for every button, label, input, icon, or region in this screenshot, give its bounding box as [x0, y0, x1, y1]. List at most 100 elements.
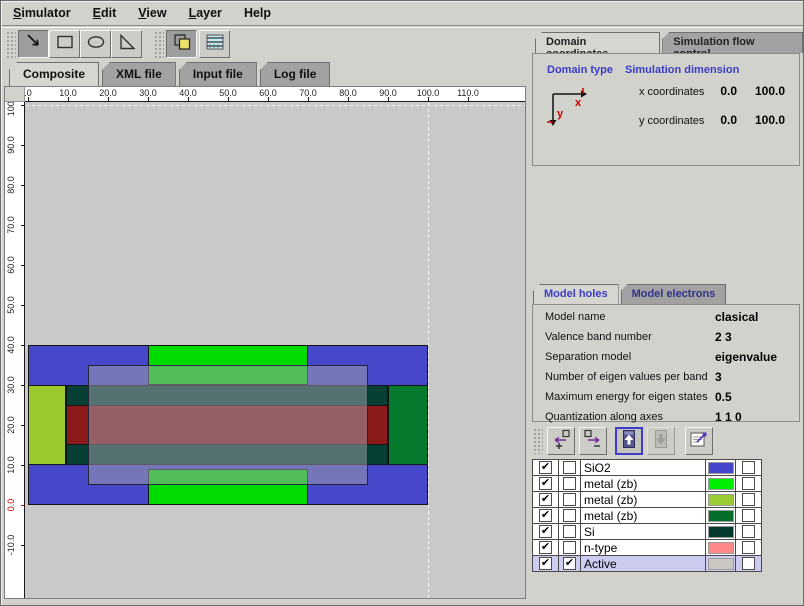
x-coordinates-values: 0.0 100.0	[709, 84, 785, 98]
layer-name: metal (zb)	[581, 508, 706, 524]
selection-checkbox[interactable]	[563, 477, 576, 490]
menu-help[interactable]: Help	[233, 2, 282, 25]
extra-checkbox[interactable]	[742, 509, 755, 522]
menu-layer[interactable]: Layer	[178, 2, 233, 25]
h-ruler-tick	[348, 97, 349, 101]
layer-color-swatch[interactable]	[708, 494, 734, 506]
visibility-checkbox[interactable]: ✔	[539, 461, 552, 474]
tab-domain-coordinates[interactable]: Domain coordinates	[535, 32, 660, 53]
layer-name: metal (zb)	[581, 476, 706, 492]
layer-name: metal (zb)	[581, 492, 706, 508]
layer-color-swatch[interactable]	[708, 478, 734, 490]
triangle-tool[interactable]	[111, 30, 142, 58]
layer-cell: ✔	[533, 556, 559, 572]
tab-composite[interactable]: Composite	[9, 62, 99, 86]
merge-layer-button[interactable]	[579, 427, 607, 455]
layer-color-swatch[interactable]	[708, 542, 734, 554]
toolbar-drag-handle[interactable]	[154, 31, 164, 58]
v-ruler-label: 30.0	[5, 365, 17, 405]
simulator-window: SimulatorEditViewLayerHelp CompositeXML …	[0, 0, 804, 606]
toolbar-drag-handle[interactable]	[6, 31, 16, 58]
extra-checkbox[interactable]	[742, 461, 755, 474]
visibility-checkbox[interactable]: ✔	[539, 557, 552, 570]
visibility-checkbox[interactable]: ✔	[539, 493, 552, 506]
layer-cell	[736, 540, 762, 556]
v-ruler-label: 10.0	[5, 445, 17, 485]
menu-simulator[interactable]: Simulator	[2, 2, 82, 25]
tab-xml-file[interactable]: XML file	[102, 62, 176, 86]
layer-color-swatch[interactable]	[708, 526, 734, 538]
move-layer-up-button[interactable]	[615, 427, 643, 455]
visibility-checkbox[interactable]: ✔	[539, 509, 552, 522]
visibility-checkbox[interactable]: ✔	[539, 525, 552, 538]
metal-right-region[interactable]	[388, 385, 428, 465]
h-ruler-tick	[148, 97, 149, 101]
layer-cell	[736, 556, 762, 572]
y-coordinates-values: 0.0 100.0	[709, 113, 785, 127]
layer-row-sio2[interactable]: ✔SiO2	[533, 460, 762, 476]
layer-row-si[interactable]: ✔ Si	[533, 524, 762, 540]
h-ruler-tick	[188, 97, 189, 101]
extra-checkbox[interactable]	[742, 525, 755, 538]
select-tool[interactable]	[18, 30, 49, 58]
toolbar-drag-handle[interactable]	[533, 428, 543, 454]
rectangle-tool[interactable]	[49, 30, 80, 58]
layer-cell	[706, 492, 736, 508]
metal-left-region[interactable]	[28, 385, 66, 465]
layer-cell: ✔	[533, 508, 559, 524]
v-ruler-tick	[21, 345, 25, 346]
split-layer-button[interactable]	[547, 427, 575, 455]
selection-checkbox[interactable]	[563, 541, 576, 554]
x-max-value: 100.0	[745, 84, 785, 98]
layer-row-metal-zb-[interactable]: ✔ metal (zb)	[533, 476, 762, 492]
model-row-label: Valence band number	[545, 331, 652, 343]
tab-model-holes[interactable]: Model holes	[533, 284, 619, 305]
extra-checkbox[interactable]	[742, 557, 755, 570]
active-region[interactable]	[88, 365, 368, 485]
model-holes-panel: Model nameclasicalValence band number2 3…	[532, 304, 800, 422]
layer-row-metal-zb-[interactable]: ✔ metal (zb)	[533, 508, 762, 524]
layer-cell	[559, 460, 581, 476]
overlapping-squares-icon	[171, 32, 193, 57]
h-ruler-tick	[108, 97, 109, 101]
layer-color-swatch[interactable]	[708, 558, 734, 570]
menu-edit[interactable]: Edit	[82, 2, 128, 25]
canvas-frame: .010.020.030.040.050.060.070.080.090.010…	[4, 86, 526, 599]
overlap-view-tool[interactable]	[166, 30, 197, 58]
tab-log-file[interactable]: Log file	[260, 62, 331, 86]
selection-checkbox[interactable]	[563, 509, 576, 522]
grid-view-tool[interactable]	[199, 30, 230, 58]
model-row-value: 2 3	[715, 330, 732, 344]
move-layer-down-button	[647, 427, 675, 455]
layer-cell	[706, 476, 736, 492]
y-min-value: 0.0	[709, 113, 737, 127]
domain-type-label: Domain type	[547, 64, 613, 76]
layer-properties-button[interactable]	[685, 427, 713, 455]
layer-color-swatch[interactable]	[708, 462, 734, 474]
ellipse-tool[interactable]	[80, 30, 111, 58]
extra-checkbox[interactable]	[742, 541, 755, 554]
drawing-area[interactable]	[26, 103, 525, 598]
selection-checkbox[interactable]	[563, 493, 576, 506]
extra-checkbox[interactable]	[742, 493, 755, 506]
layer-color-swatch[interactable]	[708, 510, 734, 522]
h-ruler-tick	[468, 97, 469, 101]
layer-row-n-type[interactable]: ✔n-type	[533, 540, 762, 556]
selection-checkbox[interactable]	[563, 461, 576, 474]
visibility-checkbox[interactable]: ✔	[539, 541, 552, 554]
tab-input-file[interactable]: Input file	[179, 62, 257, 86]
axis-orientation-icon: x y	[545, 84, 589, 130]
visibility-checkbox[interactable]: ✔	[539, 477, 552, 490]
simulation-dimension-label: Simulation dimension	[625, 64, 739, 76]
tab-simulation-flow-control[interactable]: Simulation flow control	[662, 32, 803, 53]
layer-name: Si	[581, 524, 706, 540]
layer-row-metal-zb-[interactable]: ✔ metal (zb)	[533, 492, 762, 508]
extra-checkbox[interactable]	[742, 477, 755, 490]
selection-checkbox[interactable]: ✔	[563, 557, 576, 570]
selection-checkbox[interactable]	[563, 525, 576, 538]
tab-model-electrons[interactable]: Model electrons	[621, 284, 727, 305]
triangle-icon	[116, 32, 138, 57]
menu-view[interactable]: View	[127, 2, 177, 25]
arrow-up-icon	[618, 428, 640, 455]
layer-row-active[interactable]: ✔✔Active	[533, 556, 762, 572]
